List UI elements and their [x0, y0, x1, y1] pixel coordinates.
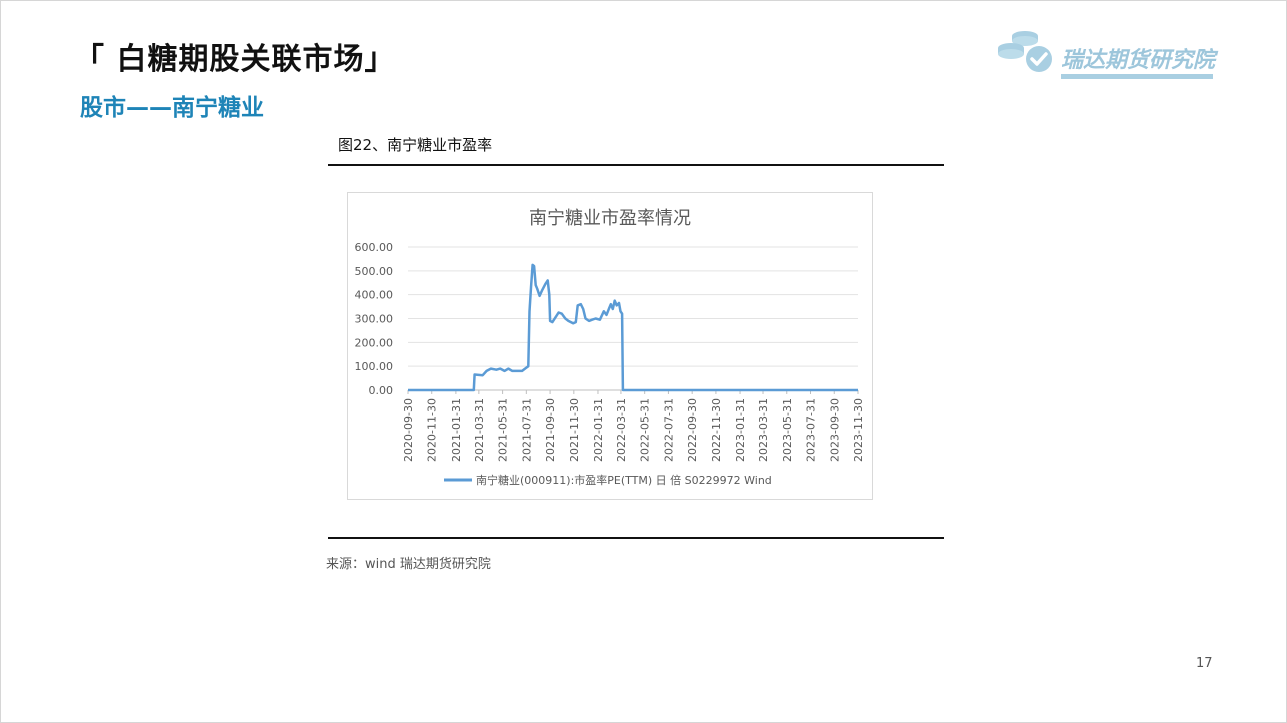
coin-stack-icon — [998, 31, 1052, 72]
x-tick-label: 2022-09-30 — [686, 398, 699, 462]
company-logo: 瑞达期货研究院 — [995, 26, 1215, 82]
y-tick-label: 500.00 — [355, 265, 394, 278]
x-tick-label: 2023-11-30 — [852, 398, 865, 462]
y-tick-label: 600.00 — [355, 241, 394, 254]
caption-top-rule — [328, 164, 944, 166]
x-tick-label: 2020-09-30 — [402, 398, 415, 462]
x-tick-label: 2023-09-30 — [828, 398, 841, 462]
chart-title: 南宁糖业市盈率情况 — [529, 208, 691, 229]
x-tick-label: 2021-03-31 — [473, 398, 486, 462]
x-tick-label: 2022-07-31 — [662, 398, 675, 462]
y-tick-label: 0.00 — [369, 384, 394, 397]
x-tick-label: 2020-11-30 — [426, 398, 439, 462]
source-note: 来源：wind 瑞达期货研究院 — [326, 557, 491, 572]
figure-caption: 图22、南宁糖业市盈率 — [338, 136, 493, 154]
x-tick-label: 2021-07-31 — [520, 398, 533, 462]
logo-text: 瑞达期货研究院 — [1061, 48, 1216, 73]
logo-underline — [1061, 74, 1213, 79]
caption-bottom-rule — [328, 537, 944, 539]
x-tick-label: 2022-01-31 — [592, 398, 605, 462]
chart-container: 南宁糖业市盈率情况 0.00 100.00 200.00 300.00 400.00 50… — [347, 192, 873, 500]
page-number: 17 — [1196, 656, 1213, 671]
x-tick-label: 2021-11-30 — [568, 398, 581, 462]
pe-ratio-chart: 南宁糖业市盈率情况 0.00 100.00 200.00 300.00 400.00 50… — [355, 208, 866, 487]
slide-subtitle: 股市——南宁糖业 — [80, 95, 264, 121]
x-tick-label: 2021-05-31 — [497, 398, 510, 462]
y-tick-label: 400.00 — [355, 289, 394, 302]
x-tick-label: 2022-05-31 — [639, 398, 652, 462]
x-tick-label: 2023-07-31 — [805, 398, 818, 462]
x-tick-label: 2023-05-31 — [781, 398, 794, 462]
x-tick-label: 2022-03-31 — [615, 398, 628, 462]
x-tick-label: 2021-01-31 — [450, 398, 463, 462]
x-tick-label: 2022-11-30 — [710, 398, 723, 462]
legend-label: 南宁糖业(000911):市盈率PE(TTM) 日 倍 S0229972 Win… — [476, 473, 772, 487]
series-line — [408, 263, 858, 392]
x-tick-label: 2023-01-31 — [734, 398, 747, 462]
x-tick-label: 2021-09-30 — [544, 398, 557, 462]
y-tick-label: 100.00 — [355, 360, 394, 373]
y-tick-label: 300.00 — [355, 313, 394, 326]
y-tick-label: 200.00 — [355, 336, 394, 349]
x-tick-label: 2023-03-31 — [757, 398, 770, 462]
slide-title: 「 白糖期股关联市场」 — [74, 42, 396, 77]
